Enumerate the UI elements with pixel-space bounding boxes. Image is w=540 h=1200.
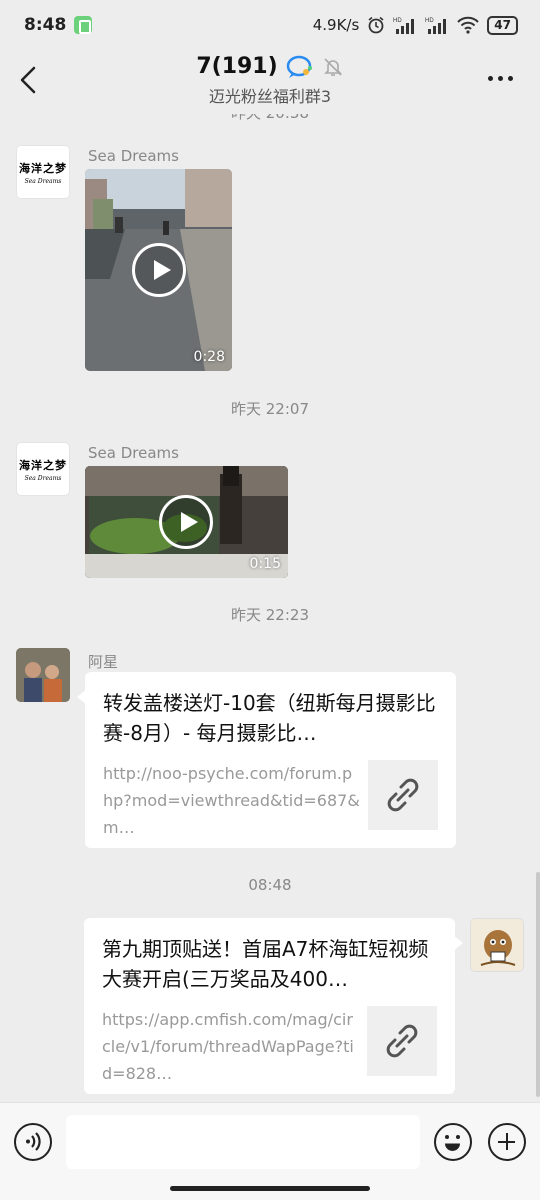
network-speed: 4.9K/s	[312, 16, 360, 34]
timestamp: 昨天 22:07	[231, 400, 309, 418]
link-card[interactable]: 第九期顶贴送！首届A7杯海缸短视频大赛开启(三万奖品及400… https://…	[84, 918, 463, 1094]
status-time: 8:48	[24, 15, 67, 35]
link-title: 第九期顶贴送！首届A7杯海缸短视频大赛开启(三万奖品及400…	[102, 937, 429, 991]
link-url: https://app.cmfish.com/mag/circle/v1/for…	[102, 1010, 354, 1083]
add-more-icon[interactable]	[488, 1123, 526, 1161]
title-block: 7(191) 迈光粉丝福利群3	[0, 54, 540, 107]
signal-icon: HD	[393, 18, 415, 34]
signal-2-icon: HD	[425, 18, 447, 34]
voice-input-icon[interactable]	[14, 1123, 52, 1161]
status-right: 4.9K/s HD HD 47	[312, 15, 518, 35]
avatar-photo	[16, 648, 70, 702]
timestamp: 昨天 20:38	[0, 114, 540, 123]
alarm-icon	[368, 16, 384, 34]
play-icon[interactable]	[159, 495, 213, 549]
sender-name: 阿星	[88, 653, 119, 671]
emoji-icon[interactable]	[434, 1123, 472, 1161]
link-title: 转发盖楼送灯-10套（纽斯每月摄影比赛-8月）- 每月摄影比…	[103, 691, 436, 745]
avatar[interactable]: 海洋之梦 Sea Dreams	[16, 442, 70, 496]
video-duration: 0:28	[193, 349, 225, 365]
avatar[interactable]	[16, 648, 70, 702]
chat-header: 7(191) 迈光粉丝福利群3	[0, 50, 540, 114]
chat-title: 7(191)	[196, 54, 278, 79]
status-bar: 8:48 4.9K/s HD HD 47	[0, 0, 540, 50]
svg-text:HD: HD	[393, 18, 402, 24]
link-icon	[386, 1024, 418, 1058]
chat-subtitle: 迈光粉丝福利群3	[208, 87, 332, 106]
link-icon	[387, 778, 419, 812]
group-chat-icon	[286, 55, 312, 78]
mute-bell-icon	[323, 57, 342, 76]
link-thumbnail	[367, 1006, 437, 1076]
svg-text:HD: HD	[425, 18, 434, 24]
scrollbar[interactable]	[536, 872, 540, 1097]
message-input[interactable]	[66, 1115, 420, 1169]
link-thumbnail	[368, 760, 438, 830]
video-duration: 0:15	[249, 556, 281, 572]
link-card[interactable]: 转发盖楼送灯-10套（纽斯每月摄影比赛-8月）- 每月摄影比… http://n…	[77, 672, 456, 848]
avatar[interactable]: 海洋之梦 Sea Dreams	[16, 145, 70, 199]
avatar-drawing	[471, 919, 523, 971]
link-url: http://noo-psyche.com/forum.php?mod=view…	[103, 764, 360, 837]
battery-indicator: 47	[487, 15, 518, 35]
sender-name: Sea Dreams	[88, 444, 179, 462]
sender-name: Sea Dreams	[88, 147, 179, 165]
video-message[interactable]: 0:28	[85, 169, 232, 371]
my-avatar[interactable]	[470, 918, 524, 972]
chat-message-list[interactable]: 昨天 20:38 海洋之梦 Sea Dreams Sea Dreams 0:28…	[0, 114, 540, 1102]
home-indicator[interactable]	[170, 1186, 370, 1191]
video-message[interactable]: 0:15	[85, 466, 288, 578]
play-icon[interactable]	[132, 243, 186, 297]
timestamp: 昨天 22:23	[231, 606, 309, 624]
timestamp: 08:48	[248, 876, 292, 894]
more-options-icon[interactable]	[488, 68, 518, 88]
app-notification-icon	[74, 16, 93, 34]
wifi-icon	[457, 16, 480, 34]
